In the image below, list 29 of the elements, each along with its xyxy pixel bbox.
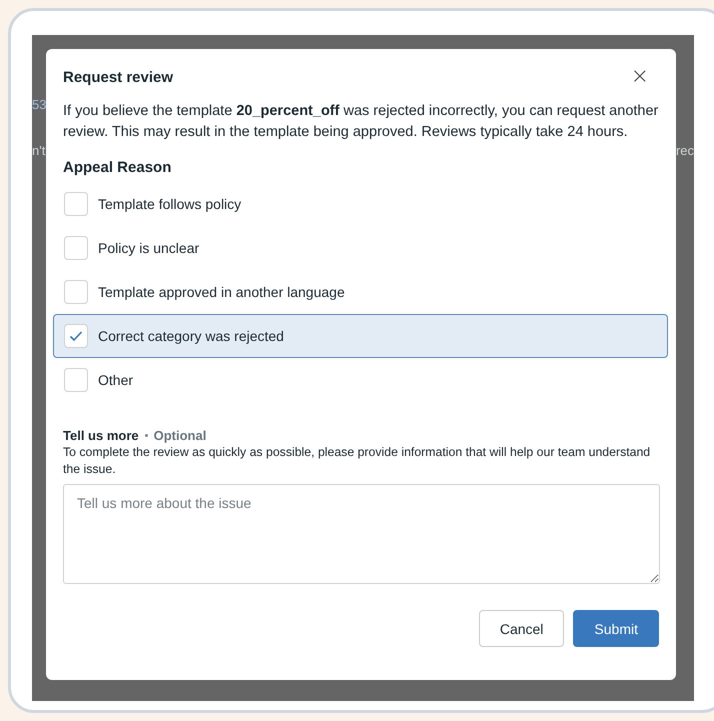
option-row[interactable]: Template approved in another language — [53, 270, 668, 314]
option-label: Template approved in another language — [98, 284, 345, 300]
cancel-button[interactable]: Cancel — [478, 610, 564, 647]
checkbox[interactable] — [64, 280, 88, 304]
option-row[interactable]: Template follows policy — [53, 182, 668, 226]
checkbox[interactable] — [64, 368, 88, 392]
option-label: Correct category was rejected — [98, 328, 284, 344]
option-label: Policy is unclear — [98, 240, 200, 256]
background-text: n't — [32, 143, 46, 158]
option-label: Other — [98, 372, 134, 388]
close-button[interactable]: × — [630, 66, 659, 88]
optional-label: Optional — [154, 428, 206, 443]
checkbox[interactable] — [64, 324, 88, 348]
checkbox[interactable] — [64, 192, 88, 216]
background-text: rec — [676, 143, 694, 158]
description-text: If you believe the template 20_percent_off was rejected incorrectly, you can request another review. This may result in the template being approved. Reviews typically take 24 hours. — [63, 102, 659, 142]
dialog-title: Request review — [63, 68, 174, 86]
option-row[interactable]: Correct category was rejected — [53, 314, 668, 358]
submit-button[interactable]: Submit — [573, 610, 659, 647]
field-label: Tell us more — [63, 428, 139, 443]
option-row[interactable]: Other — [53, 358, 668, 402]
checkbox[interactable] — [64, 236, 88, 260]
separator-dot — [144, 434, 148, 437]
option-row[interactable]: Policy is unclear — [53, 226, 668, 270]
section-title: Appeal Reason — [63, 159, 172, 176]
background-text: 53 — [32, 97, 46, 112]
input-field[interactable]: Tell us more about the issue — [63, 484, 660, 584]
option-label: Template follows policy — [98, 196, 242, 212]
help-text: To complete the review as quickly as possible, please provide information that will help our team understand the issue. — [63, 444, 652, 478]
